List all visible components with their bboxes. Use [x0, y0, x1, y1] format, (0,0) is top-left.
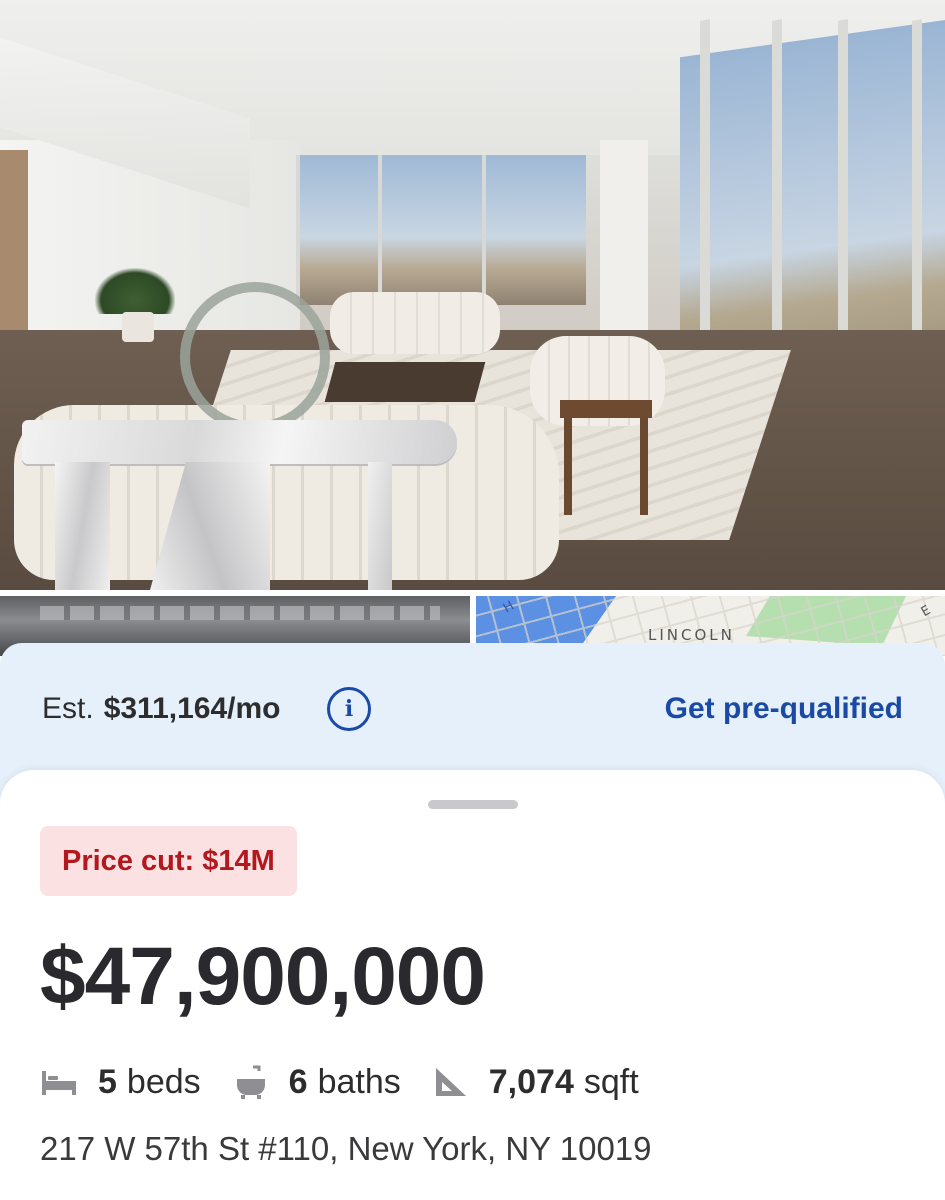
photo-marble-console [22, 420, 457, 464]
photo-window [378, 155, 482, 305]
photo-console-leg [55, 462, 110, 590]
estimate-amount: $311,164/mo [103, 692, 281, 725]
hero-photo[interactable] [0, 0, 945, 590]
sheet-drag-handle[interactable] [428, 800, 518, 809]
listing-address[interactable]: 217 W 57th St #110, New York, NY 10019 [40, 1130, 652, 1168]
get-prequalified-link[interactable]: Get pre-qualified [665, 692, 903, 726]
monthly-estimate: Est. $311,164/mo [42, 692, 281, 726]
photo-sculpture [180, 282, 330, 432]
photo-plant [95, 268, 175, 314]
photo-door [0, 150, 28, 360]
sqft-fact: 7,074 sqft [433, 1063, 639, 1102]
beds-count: 5 [98, 1062, 117, 1101]
photo-plant-pot [122, 312, 154, 342]
sqft-label: sqft [583, 1062, 639, 1101]
photo-coffee-table [324, 362, 486, 402]
ruler-triangle-icon [435, 1068, 466, 1096]
beds-label: beds [126, 1062, 201, 1101]
photo-window [482, 155, 586, 305]
bathtub-icon [236, 1065, 265, 1099]
estimate-label: Est. [42, 692, 94, 725]
photo-sofa-back [330, 292, 500, 354]
bed-icon [42, 1071, 76, 1095]
sqft-count: 7,074 [488, 1062, 574, 1101]
photo-pillar [600, 140, 648, 340]
property-facts: 5 beds 6 baths 7,074 sqft [40, 1058, 671, 1106]
listing-page: H LINCOLN E Est. $311,164/mo i Get pre-q… [0, 0, 945, 1200]
baths-fact: 6 baths [233, 1063, 401, 1102]
baths-count: 6 [288, 1062, 308, 1101]
photo-side-table [560, 400, 652, 515]
photo-console-leg [368, 462, 392, 590]
price-cut-text: Price cut: $14M [62, 844, 275, 877]
beds-fact: 5 beds [40, 1063, 201, 1102]
listing-price: $47,900,000 [40, 931, 486, 1022]
baths-label: baths [317, 1062, 401, 1101]
info-icon[interactable]: i [327, 687, 371, 731]
price-cut-badge: Price cut: $14M [40, 826, 297, 896]
map-area-label: LINCOLN [648, 626, 735, 644]
